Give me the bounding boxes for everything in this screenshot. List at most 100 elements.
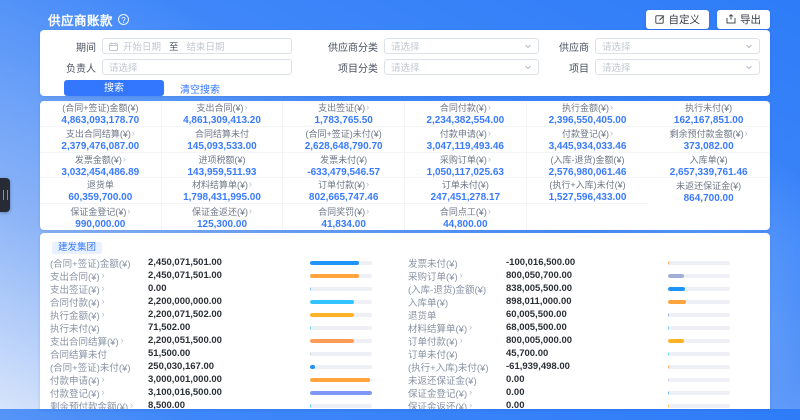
stat-card-cell[interactable]: 保证金登记(¥)› 990,000.00: [40, 204, 162, 230]
stat-card-cell[interactable]: 发票金额(¥)› 3,032,454,486.89: [40, 153, 162, 179]
stat-label: 付款申请(¥)›: [440, 127, 491, 140]
metric-bar-track: [668, 365, 730, 369]
metric-label[interactable]: 合同结算未付›: [50, 347, 148, 361]
stat-label: (入库-退货)金额(¥)›: [550, 153, 624, 166]
metric-label[interactable]: 订单未付(¥)›: [408, 347, 506, 361]
metric-label[interactable]: 入库单(¥)›: [408, 295, 506, 309]
period-range-input[interactable]: 开始日期 至 结束日期: [102, 38, 292, 54]
drill-arrow-icon: ›: [488, 155, 491, 164]
stat-card-cell[interactable]: (合同+签证)金额(¥)› 4,863,093,178.70: [40, 101, 162, 127]
customize-button[interactable]: 自定义: [646, 10, 710, 29]
owner-select[interactable]: 请选择: [102, 59, 292, 75]
metric-label[interactable]: 发票未付(¥)›: [408, 256, 506, 270]
stat-card-cell[interactable]: ›: [648, 204, 770, 230]
metric-value: 0.00: [506, 400, 656, 409]
stat-label: 采购订单(¥)›: [440, 153, 491, 166]
metric-label[interactable]: 执行金额(¥)›: [50, 308, 148, 322]
account-metric-row: 付款申请(¥)› 3,000,001,000.00: [50, 373, 400, 386]
metric-label[interactable]: (合同+签证)金额(¥)›: [50, 256, 148, 270]
metric-bar: [310, 313, 354, 317]
metric-bar: [310, 287, 311, 291]
stat-card-cell[interactable]: 支出签证(¥)› 1,783,765.50: [283, 101, 405, 127]
stat-card-cell[interactable]: (合同+签证)未付(¥)› 2,628,648,790.70: [283, 127, 405, 153]
stat-card-cell[interactable]: 订单付款(¥)› 802,665,747.46: [283, 178, 405, 204]
metric-label[interactable]: 订单付款(¥)›: [408, 334, 506, 348]
supplier-category-select[interactable]: 请选择: [384, 38, 539, 54]
metric-bar: [310, 261, 359, 265]
stat-card-cell[interactable]: 材料结算单(¥)› 1,798,431,995.00: [162, 178, 284, 204]
project-select[interactable]: 请选择: [595, 59, 760, 75]
metric-label[interactable]: 支出合同(¥)›: [50, 269, 148, 283]
stat-card-cell[interactable]: (执行+入库)未付(¥)› 1,527,596,433.00: [527, 178, 649, 204]
account-metric-row: 发票未付(¥)› -100,016,500.00: [408, 256, 758, 269]
stat-card-cell[interactable]: 付款登记(¥)› 3,445,934,033.46: [527, 127, 649, 153]
metric-bar: [310, 365, 315, 369]
drill-arrow-icon: ›: [610, 103, 613, 112]
stat-card-cell[interactable]: 执行金额(¥)› 2,396,550,405.00: [527, 101, 649, 127]
metric-label[interactable]: 付款申请(¥)›: [50, 373, 148, 387]
metric-label[interactable]: 支出合同结算(¥)›: [50, 334, 148, 348]
stat-card-cell[interactable]: 执行未付(¥)› 162,167,851.00: [648, 101, 770, 127]
clear-search-link[interactable]: 清空搜索: [180, 81, 220, 96]
chevron-down-icon: [524, 42, 532, 50]
drill-arrow-icon: ›: [123, 155, 126, 164]
stat-card-cell[interactable]: ›: [527, 204, 649, 230]
stat-card-cell[interactable]: 入库单(¥)› 2,657,339,761.46: [648, 153, 770, 179]
help-icon[interactable]: ?: [118, 14, 129, 25]
drill-arrow-icon: ›: [127, 207, 130, 216]
metric-value: 0.00: [506, 374, 656, 385]
supplier-select[interactable]: 请选择: [595, 38, 760, 54]
metric-label[interactable]: (合同+签证)未付(¥)›: [50, 360, 148, 374]
stat-label: 退货单›: [87, 178, 114, 191]
metric-label[interactable]: 付款登记(¥)›: [50, 386, 148, 400]
drill-arrow-icon: ›: [488, 207, 491, 216]
metric-bar: [310, 300, 354, 304]
metric-label[interactable]: (入库-退货)金额(¥)›: [408, 282, 506, 296]
stat-value: 60,359,700.00: [68, 192, 132, 203]
metric-label[interactable]: 合同付款(¥)›: [50, 295, 148, 309]
stat-card-cell[interactable]: 订单未付(¥)› 247,451,278.17: [405, 178, 527, 204]
stat-card-cell[interactable]: 采购订单(¥)› 1,050,117,025.63: [405, 153, 527, 179]
stat-value: -633,479,546.57: [307, 167, 380, 178]
stat-card-cell[interactable]: 合同结算未付› 145,093,533.00: [162, 127, 284, 153]
stat-card-cell[interactable]: 支出合同结算(¥)› 2,379,476,087.00: [40, 127, 162, 153]
stat-card-cell[interactable]: 支出合同(¥)› 4,861,309,413.20: [162, 101, 284, 127]
metric-label[interactable]: 执行未付(¥)›: [50, 321, 148, 335]
group-name-chip[interactable]: 建发集团: [52, 242, 102, 254]
export-button[interactable]: 导出: [717, 10, 770, 29]
stat-card-cell[interactable]: 未返还保证金(¥)› 864,700.00: [648, 178, 770, 204]
stat-card-cell[interactable]: 合同奖罚(¥)› 41,834.00: [283, 204, 405, 230]
metric-label[interactable]: 保证金返还(¥)›: [408, 399, 506, 410]
metric-label[interactable]: 采购订单(¥)›: [408, 269, 506, 283]
account-metric-row: (合同+签证)未付(¥)› 250,030,167.00: [50, 360, 400, 373]
metric-label[interactable]: 支出签证(¥)›: [50, 282, 148, 296]
stat-value: 373,082.00: [684, 141, 734, 152]
metric-label[interactable]: 材料结算单(¥)›: [408, 321, 506, 335]
metric-label[interactable]: 退货单›: [408, 308, 506, 322]
account-metric-row: 订单未付(¥)› 45,700.00: [408, 347, 758, 360]
sidebar-collapse-handle[interactable]: [0, 178, 10, 212]
project-category-select[interactable]: 请选择: [384, 59, 539, 75]
stat-card-cell[interactable]: 发票未付(¥)› -633,479,546.57: [283, 153, 405, 179]
drill-arrow-icon: ›: [366, 207, 369, 216]
search-button[interactable]: 搜索: [64, 80, 164, 96]
metric-label[interactable]: 未返还保证金(¥)›: [408, 373, 506, 387]
metric-label[interactable]: 保证金登记(¥)›: [408, 386, 506, 400]
metric-label[interactable]: (执行+入库)未付(¥)›: [408, 360, 506, 374]
metric-value: 68,005,500.00: [506, 322, 656, 333]
drill-arrow-icon: ›: [102, 310, 105, 319]
stat-card-cell[interactable]: 剩余预付款金额(¥)› 373,082.00: [648, 127, 770, 153]
account-metric-row: 保证金返还(¥)› 0.00: [408, 399, 758, 409]
metric-bar-track: [668, 300, 730, 304]
stat-card-cell[interactable]: 保证金返还(¥)› 125,300.00: [162, 204, 284, 230]
metric-label[interactable]: 剩余预付款金额(¥)›: [50, 399, 148, 410]
stat-card-cell[interactable]: 进项税额(¥)› 143,959,511.93: [162, 153, 284, 179]
stat-value: 3,047,119,493.46: [427, 141, 504, 152]
stat-card-cell[interactable]: 合同付款(¥)› 2,234,382,554.00: [405, 101, 527, 127]
stat-card-cell[interactable]: 付款申请(¥)› 3,047,119,493.46: [405, 127, 527, 153]
metric-bar: [310, 352, 311, 356]
stat-card-cell[interactable]: 退货单› 60,359,700.00: [40, 178, 162, 204]
stat-card-cell[interactable]: (入库-退货)金额(¥)› 2,576,980,061.46: [527, 153, 649, 179]
drill-arrow-icon: ›: [249, 180, 252, 189]
stat-card-cell[interactable]: 合同点工(¥)› 44,800.00: [405, 204, 527, 230]
